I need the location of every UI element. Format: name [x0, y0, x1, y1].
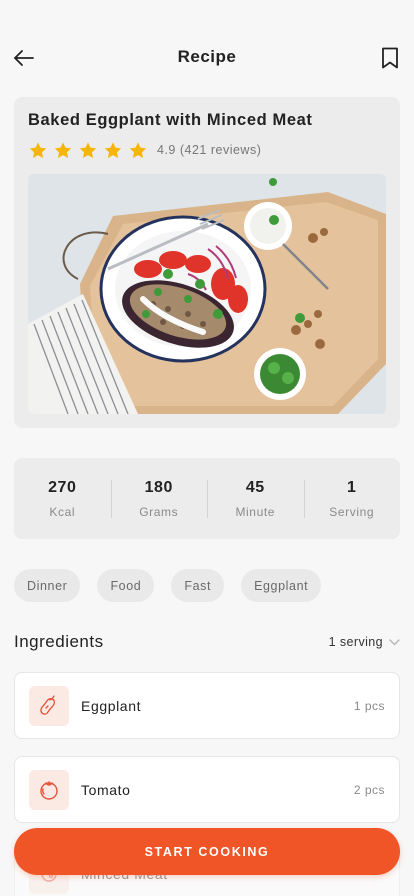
star-icon	[27, 140, 49, 160]
stat-value: 270	[48, 478, 77, 496]
stat-label: Kcal	[49, 504, 76, 519]
stat-value: 1	[347, 478, 357, 496]
star-icon	[127, 140, 149, 160]
stat-label: Minute	[235, 504, 276, 519]
serving-dropdown-value: 1 serving	[328, 635, 383, 649]
stat-kcal: 270 Kcal	[14, 458, 111, 539]
serving-dropdown[interactable]: 1 serving	[329, 635, 400, 649]
bookmark-button[interactable]	[376, 44, 404, 72]
recipe-photo	[28, 174, 386, 414]
star-icon	[102, 140, 124, 160]
ingredient-name: Tomato	[81, 781, 131, 798]
ingredients-header: Ingredients 1 serving	[14, 630, 400, 656]
star-icon	[52, 140, 74, 160]
ingredients-title: Ingredients	[14, 632, 104, 651]
eggplant-icon	[29, 685, 69, 726]
stat-label: Grams	[139, 504, 179, 519]
tag-eggplant[interactable]: Eggplant	[241, 569, 322, 602]
page-title: Recipe	[177, 47, 237, 66]
tag-dinner[interactable]: Dinner	[14, 569, 81, 602]
rating-row: 4.9 (421 reviews)	[27, 140, 261, 160]
recipe-title: Baked Eggplant with Minced Meat	[28, 111, 313, 129]
stat-grams: 180 Grams	[110, 458, 208, 539]
stat-label: Serving	[329, 504, 375, 519]
stat-value: 180	[144, 478, 173, 496]
ingredient-item-eggplant[interactable]: Eggplant 1 pcs	[14, 672, 400, 739]
tag-food[interactable]: Food	[97, 569, 155, 602]
chevron-down-icon	[389, 638, 400, 645]
recipe-card: Baked Eggplant with Minced Meat 4.9 (421…	[14, 97, 400, 428]
ingredient-item-tomato[interactable]: Tomato 2 pcs	[14, 756, 400, 823]
tomato-icon	[29, 769, 69, 810]
nutrition-stats: 270 Kcal 180 Grams 45 Minute 1 Serving	[14, 458, 400, 539]
tag-fast[interactable]: Fast	[171, 569, 225, 602]
star-icon	[77, 140, 99, 160]
stat-minute: 45 Minute	[207, 458, 304, 539]
bookmark-icon	[382, 47, 398, 69]
start-cooking-button[interactable]: START COOKING	[14, 828, 400, 875]
tag-list: Dinner Food Fast Eggplant	[14, 569, 338, 602]
rating-text: 4.9 (421 reviews)	[157, 143, 262, 157]
ingredient-quantity: 2 pcs	[353, 782, 385, 797]
stat-serving: 1 Serving	[303, 458, 401, 539]
ingredient-name: Eggplant	[81, 697, 142, 714]
stat-value: 45	[245, 478, 265, 496]
ingredient-quantity: 1 pcs	[353, 698, 385, 713]
